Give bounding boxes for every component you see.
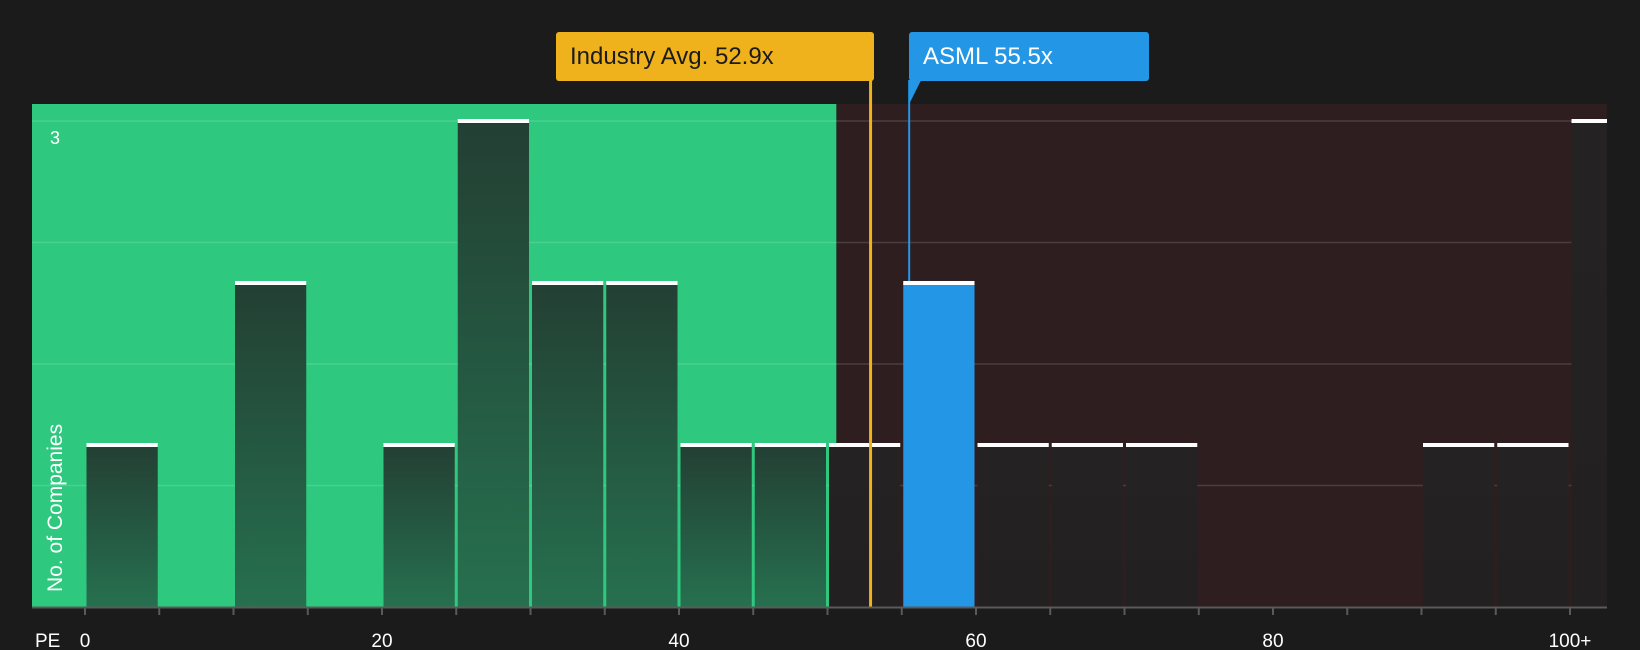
histogram-bar: [1126, 445, 1198, 607]
bar-cap: [606, 281, 678, 285]
x-tick-label: 60: [965, 631, 986, 650]
bar-cap: [1423, 443, 1495, 447]
bar-cap: [754, 443, 826, 447]
histogram-bar: [235, 283, 307, 607]
industry-average-callout: Industry Avg. 52.9x: [556, 32, 874, 81]
x-tick-label: 0: [80, 631, 91, 650]
company-pe-callout: ASML 55.5x: [909, 32, 1149, 81]
histogram-bar: [754, 445, 826, 607]
bar-cap: [680, 443, 752, 447]
bar-cap: [1497, 443, 1569, 447]
histogram-bar: [606, 283, 678, 607]
histogram-bar: [383, 445, 455, 607]
bar-cap: [903, 281, 975, 285]
histogram-bar: [532, 283, 604, 607]
bar-cap: [1126, 443, 1198, 447]
histogram-bar: [1497, 445, 1569, 607]
histogram-bar: [680, 445, 752, 607]
x-tick-label: 100+: [1549, 631, 1592, 650]
histogram-bar: [1571, 121, 1607, 607]
company-callout-pointer: [909, 80, 922, 104]
bar-cap: [383, 443, 455, 447]
x-tick-label: 20: [371, 631, 392, 650]
histogram-bar: [457, 121, 529, 607]
y-tick-label: 3: [50, 128, 60, 148]
histogram-bar: [829, 445, 901, 607]
pe-distribution-chart: 0 20 40 60 80 100+ PE 3 No. of Companies Industr…: [0, 0, 1640, 650]
histogram-bar: [1051, 445, 1123, 607]
chart-canvas: 0 20 40 60 80 100+ PE 3 No. of Companies: [32, 66, 1607, 650]
bar-cap: [457, 119, 529, 123]
histogram-bar: [86, 445, 158, 607]
histogram-bar: [1423, 445, 1495, 607]
bar-cap: [235, 281, 307, 285]
bar-cap: [1051, 443, 1123, 447]
y-axis-label: No. of Companies: [44, 424, 67, 592]
company-bar: [903, 283, 975, 607]
bar-cap: [532, 281, 604, 285]
x-tick-label: 80: [1262, 631, 1283, 650]
bar-cap: [1571, 119, 1607, 123]
x-axis-label: PE: [35, 631, 60, 650]
bar-cap: [977, 443, 1049, 447]
bar-cap: [829, 443, 901, 447]
bar-cap: [86, 443, 158, 447]
histogram-bar: [977, 445, 1049, 607]
x-tick-label: 40: [668, 631, 689, 650]
